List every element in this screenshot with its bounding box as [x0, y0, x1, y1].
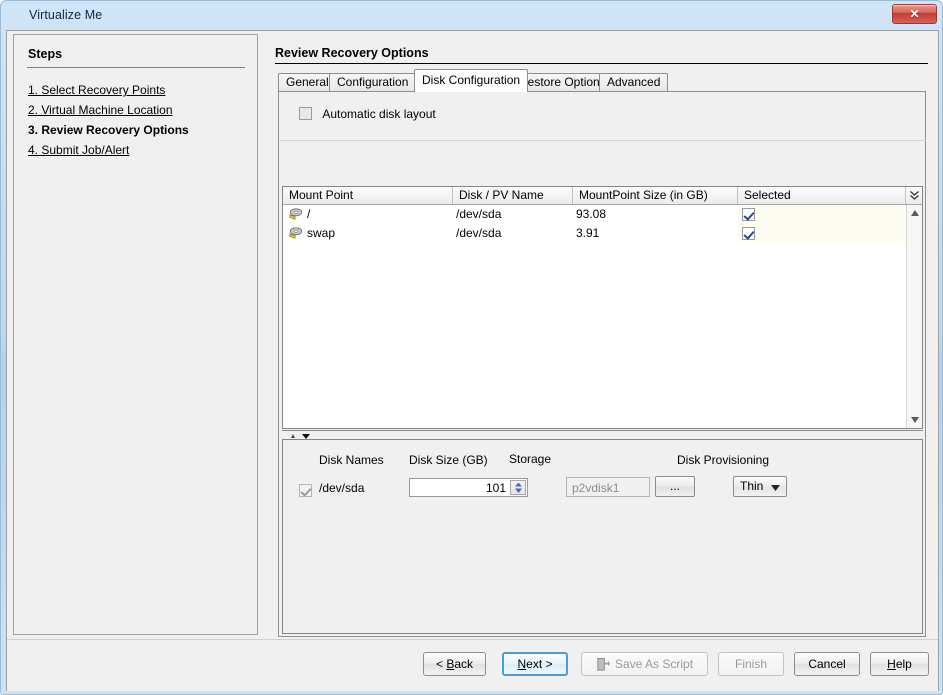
panel-splitter[interactable] [282, 430, 923, 439]
next-button[interactable]: Next > [502, 652, 568, 676]
disk-size-stepper[interactable] [510, 480, 526, 495]
table-vertical-scrollbar[interactable] [906, 205, 922, 428]
column-header-mountpoint-size[interactable]: MountPoint Size (in GB) [573, 187, 738, 204]
back-button-prefix: < [436, 657, 446, 671]
row-selected-cell-bg [738, 205, 906, 224]
disk-size-value: 101 [486, 480, 506, 497]
mount-point-table: Mount Point Disk / PV Name MountPoint Si… [282, 186, 923, 429]
section-divider [280, 140, 926, 141]
sidebar-item-review-recovery-options[interactable]: 3. Review Recovery Options [28, 123, 189, 137]
help-button-mnemonic: H [887, 657, 896, 671]
content-panel: Review Recovery Options General Configur… [259, 34, 933, 635]
page-title-underline [275, 63, 928, 64]
chevron-double-down-icon[interactable] [905, 187, 922, 204]
tab-panel-disk-configuration: Automatic disk layout Mount Point Disk /… [278, 91, 926, 637]
disk-icon [289, 226, 303, 240]
tab-strip: General Configuration Disk Configuration… [278, 73, 926, 92]
steps-divider [27, 67, 245, 68]
sidebar-item-virtual-machine-location[interactable]: 2. Virtual Machine Location [28, 103, 173, 117]
dialog-button-bar: < Back Next > Save As Script Finish Canc… [7, 639, 938, 691]
scroll-up-arrow-icon[interactable] [907, 205, 923, 221]
column-header-selected[interactable]: Selected [738, 187, 905, 204]
header-storage: Storage [505, 451, 555, 467]
close-button[interactable]: ✕ [892, 4, 937, 24]
header-disk-size: Disk Size (GB) [409, 453, 488, 467]
disk-icon [289, 207, 303, 221]
tab-disk-configuration[interactable]: Disk Configuration [414, 69, 528, 92]
storage-input[interactable]: p2vdisk1 [566, 477, 650, 497]
disk-size-input[interactable]: 101 [409, 478, 528, 497]
close-icon: ✕ [893, 5, 936, 23]
script-icon [595, 657, 610, 672]
cell-disk-pv-name: /dev/sda [456, 224, 571, 243]
disk-provisioning-dropdown[interactable]: Thin [733, 476, 787, 497]
back-button-suffix: ack [454, 657, 473, 671]
row-selected-cell-bg [738, 224, 906, 243]
sidebar-item-submit-job-alert[interactable]: 4. Submit Job/Alert [28, 143, 129, 157]
cancel-button[interactable]: Cancel [794, 652, 860, 676]
client-area: Steps 1. Select Recovery Points 2. Virtu… [6, 30, 939, 691]
back-button[interactable]: < Back [423, 652, 486, 676]
tab-advanced[interactable]: Advanced [599, 73, 668, 92]
help-button-suffix: elp [896, 657, 912, 671]
table-header-row: Mount Point Disk / PV Name MountPoint Si… [283, 187, 922, 205]
cell-disk-pv-name: /dev/sda [456, 205, 571, 224]
steps-heading: Steps [28, 47, 62, 61]
cell-mountpoint-size: 93.08 [576, 205, 736, 224]
disk-row-name: /dev/sda [319, 481, 364, 495]
table-row[interactable]: / /dev/sda 93.08 [283, 205, 906, 224]
title-bar: Virtualize Me ✕ [1, 1, 943, 30]
storage-browse-button[interactable]: ... [655, 476, 695, 497]
automatic-disk-layout-row[interactable]: Automatic disk layout [299, 106, 436, 122]
column-header-disk-pv-name[interactable]: Disk / PV Name [453, 187, 573, 204]
chevron-down-icon [771, 485, 780, 491]
save-as-script-button[interactable]: Save As Script [581, 652, 708, 676]
header-disk-provisioning: Disk Provisioning [677, 453, 769, 467]
steps-panel: Steps 1. Select Recovery Points 2. Virtu… [13, 34, 258, 635]
storage-value: p2vdisk1 [572, 479, 619, 497]
header-disk-names: Disk Names [319, 453, 384, 467]
disk-details-panel: Disk Names Disk Size (GB) Storage Disk P… [282, 439, 923, 634]
cell-mount-point: / [307, 205, 452, 224]
cell-mountpoint-size: 3.91 [576, 224, 736, 243]
window-title: Virtualize Me [29, 8, 102, 22]
automatic-disk-layout-checkbox[interactable] [299, 107, 312, 120]
tab-configuration[interactable]: Configuration [329, 73, 416, 92]
finish-button[interactable]: Finish [718, 652, 784, 676]
automatic-disk-layout-label: Automatic disk layout [322, 107, 435, 121]
cell-mount-point: swap [307, 224, 452, 243]
table-body: / /dev/sda 93.08 swa [283, 205, 906, 428]
application-window: Virtualize Me ✕ Steps 1. Select Recovery… [0, 0, 943, 695]
tab-general[interactable]: General [278, 73, 337, 92]
sidebar-item-select-recovery-points[interactable]: 1. Select Recovery Points [28, 83, 165, 97]
cell-selected-checkbox[interactable] [742, 208, 755, 221]
next-button-mnemonic: N [517, 657, 526, 671]
page-title: Review Recovery Options [275, 46, 429, 60]
disk-row-checkbox[interactable] [299, 484, 312, 497]
cell-selected-checkbox[interactable] [742, 227, 755, 240]
disk-provisioning-value: Thin [740, 477, 763, 496]
help-button[interactable]: Help [870, 652, 929, 676]
scroll-down-arrow-icon[interactable] [907, 412, 923, 428]
spinner-arrows-icon [514, 482, 523, 494]
table-row[interactable]: swap /dev/sda 3.91 [283, 224, 906, 243]
save-as-script-label: Save As Script [615, 657, 693, 671]
next-button-suffix: ext > [526, 657, 552, 671]
column-header-mount-point[interactable]: Mount Point [283, 187, 453, 204]
